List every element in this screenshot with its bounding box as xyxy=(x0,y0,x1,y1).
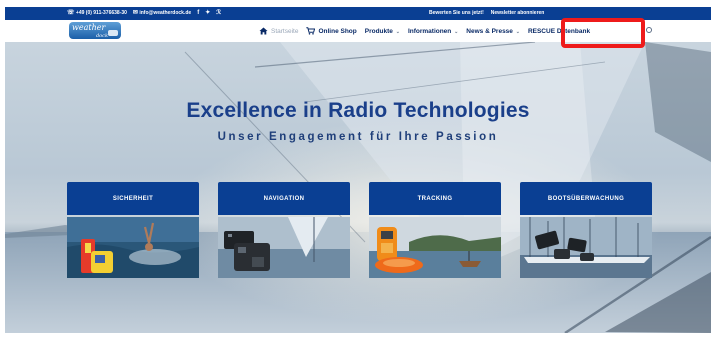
card-image-tracking[interactable] xyxy=(369,217,501,278)
phone-number: +49 (0) 911-376638-30 xyxy=(75,10,127,16)
chevron-down-icon: ⌄ xyxy=(395,28,400,35)
nav-item-startseite[interactable]: Startseite xyxy=(259,27,298,35)
nav-item-produkte[interactable]: Produkte ⌄ xyxy=(365,28,400,35)
rss-icon[interactable]: ℛ xyxy=(216,10,221,16)
contact-info: ☏ +49 (0) 911-376638-30 ✉ info@weatherdo… xyxy=(67,10,221,16)
mail-icon: ✉ xyxy=(132,10,138,16)
category-cards: SICHERHEIT NAVIGATION TRACKING BOOTSÜBER… xyxy=(67,182,653,282)
nav-item-news-presse[interactable]: News & Presse ⌄ xyxy=(466,28,520,35)
facebook-icon[interactable]: f xyxy=(197,10,199,16)
nav-item-informationen[interactable]: Informationen ⌄ xyxy=(408,28,458,35)
email-link[interactable]: ✉ info@weatherdock.de xyxy=(133,10,191,16)
email-address: info@weatherdock.de xyxy=(139,10,192,16)
nav-label-informationen: Informationen xyxy=(407,27,452,35)
chevron-down-icon: ⌄ xyxy=(454,28,459,35)
card-tracking[interactable]: TRACKING xyxy=(369,182,501,278)
hero-title: Excellence in Radio Technologies xyxy=(186,99,530,122)
card-title-navigation[interactable]: NAVIGATION xyxy=(218,182,350,215)
card-title-tracking[interactable]: TRACKING xyxy=(369,182,501,215)
hero-subtitle: Unser Engagement für Ihre Passion xyxy=(217,131,499,143)
logo-mark-icon xyxy=(108,30,118,36)
card-image-navigation[interactable] xyxy=(218,217,350,278)
nav-label-produkte: Produkte xyxy=(364,27,393,35)
card-image-bootsueberwachung[interactable] xyxy=(520,217,652,278)
browser-viewport: ☏ +49 (0) 911-376638-30 ✉ info@weatherdo… xyxy=(5,7,711,333)
chevron-down-icon: ⌄ xyxy=(515,28,520,35)
weatherdock-logo[interactable]: weather dock xyxy=(69,22,121,39)
top-links: Bewerten Sie uns jetzt! Newsletter abonn… xyxy=(429,10,544,16)
card-title-sicherheit[interactable]: SICHERHEIT xyxy=(67,182,199,215)
nav-label-news-presse: News & Presse xyxy=(466,27,513,35)
card-bootsueberwachung[interactable]: BOOTSÜBERWACHUNG xyxy=(520,182,652,278)
card-title-bootsueberwachung[interactable]: BOOTSÜBERWACHUNG xyxy=(520,182,652,215)
logo-text: weather xyxy=(72,23,106,32)
main-menu: Startseite Online Shop Produkte ⌄ Inform… xyxy=(259,20,590,42)
card-sicherheit[interactable]: SICHERHEIT xyxy=(67,182,199,278)
search-icon[interactable] xyxy=(646,27,652,33)
nav-item-online-shop[interactable]: Online Shop xyxy=(306,27,357,35)
home-icon xyxy=(259,27,268,35)
phone-link[interactable]: ☏ +49 (0) 911-376638-30 xyxy=(67,10,127,16)
phone-icon: ☏ xyxy=(67,10,75,16)
cart-icon xyxy=(306,27,316,35)
nav-label-online-shop: Online Shop xyxy=(318,27,357,35)
twitter-icon[interactable]: ✦ xyxy=(205,10,210,16)
card-image-sicherheit[interactable] xyxy=(67,217,199,278)
newsletter-link[interactable]: Newsletter abonnieren xyxy=(491,10,545,16)
hero-section: Excellence in Radio Technologies Unser E… xyxy=(5,42,711,333)
review-link[interactable]: Bewerten Sie uns jetzt! xyxy=(429,10,484,16)
card-navigation[interactable]: NAVIGATION xyxy=(218,182,350,278)
nav-label-startseite: Startseite xyxy=(271,27,299,35)
highlight-box xyxy=(561,18,645,48)
